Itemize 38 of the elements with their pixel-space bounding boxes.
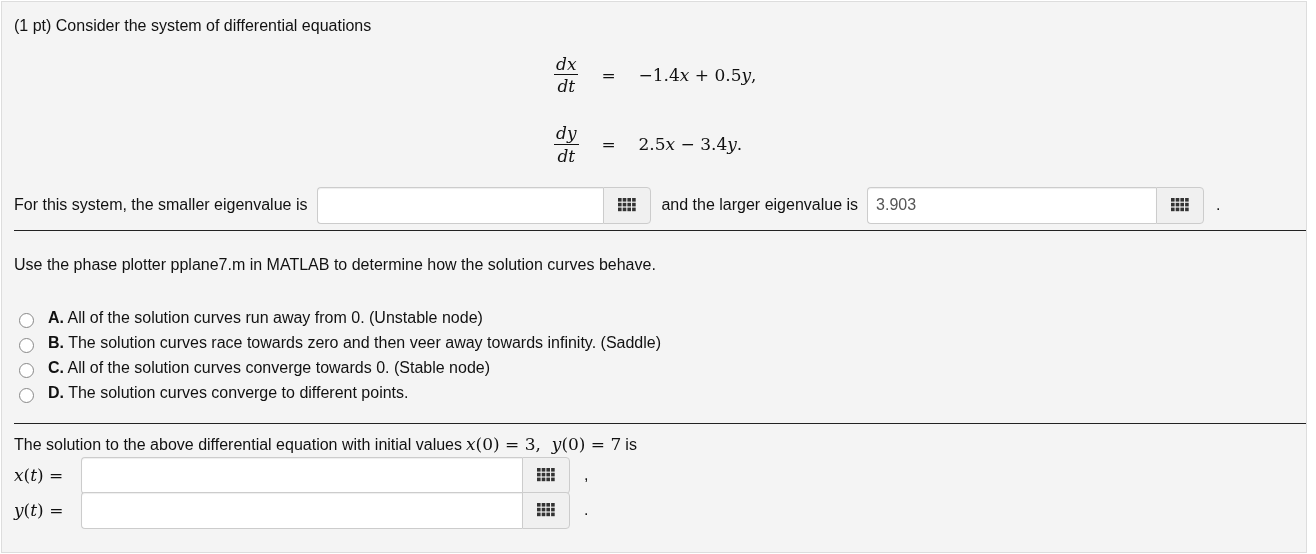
solution-text: is — [625, 434, 637, 455]
fraction: dx dt — [554, 54, 579, 98]
punctuation: . — [1216, 195, 1221, 216]
function-label: x(t) = — [14, 463, 65, 487]
question-intro: (1 pt) Consider the system of differential equations — [14, 16, 373, 36]
question-text: For this system, the smaller eigenvalue is — [14, 195, 308, 216]
radio-button[interactable] — [19, 362, 34, 378]
keypad-icon — [537, 503, 555, 518]
option-label[interactable]: B. The solution curves race towards zero and then veer away towards infinity. (Saddle) — [48, 331, 662, 356]
option-label[interactable]: D. The solution curves converge to different points. — [48, 381, 409, 406]
keypad-icon — [537, 468, 555, 483]
fraction: dy dt — [554, 123, 579, 167]
keypad-button[interactable] — [522, 456, 570, 494]
radio-button[interactable] — [19, 337, 34, 353]
function-label: y(t) = — [14, 498, 65, 522]
equals-sign: = — [600, 64, 617, 87]
instruction-text: Use the phase plotter pplane7.m in MATLAB to determine how the solution curves behave. — [14, 254, 657, 275]
option-label[interactable]: A. All of the solution curves run away from 0. (Unstable node) — [48, 306, 483, 331]
answer-field[interactable] — [317, 186, 604, 224]
solution-text: The solution to the above differential equation with initial values — [14, 434, 462, 455]
radio-button[interactable] — [19, 312, 34, 328]
keypad-button[interactable] — [1156, 186, 1205, 224]
punctuation: . — [584, 500, 589, 521]
keypad-button[interactable] — [603, 186, 652, 224]
punctuation: , — [584, 465, 589, 486]
keypad-button[interactable] — [522, 491, 570, 529]
equation-rhs: −1.4x + 0.5y, — [638, 64, 757, 87]
equals-sign: = — [600, 133, 617, 157]
initial-conditions: x(0) = 3, y(0) = 7 — [466, 432, 622, 456]
question-text: and the larger eigenvalue is — [661, 195, 859, 216]
radio-button[interactable] — [19, 387, 34, 403]
answer-field[interactable] — [81, 491, 522, 529]
equation-rhs: 2.5x − 3.4y. — [638, 133, 744, 157]
keypad-icon — [1171, 198, 1190, 213]
keypad-icon — [618, 198, 637, 213]
option-label[interactable]: C. All of the solution curves converge towards 0. (Stable node) — [48, 356, 490, 381]
answer-field[interactable]: 3.903 — [867, 186, 1157, 224]
answer-field[interactable] — [81, 456, 522, 494]
